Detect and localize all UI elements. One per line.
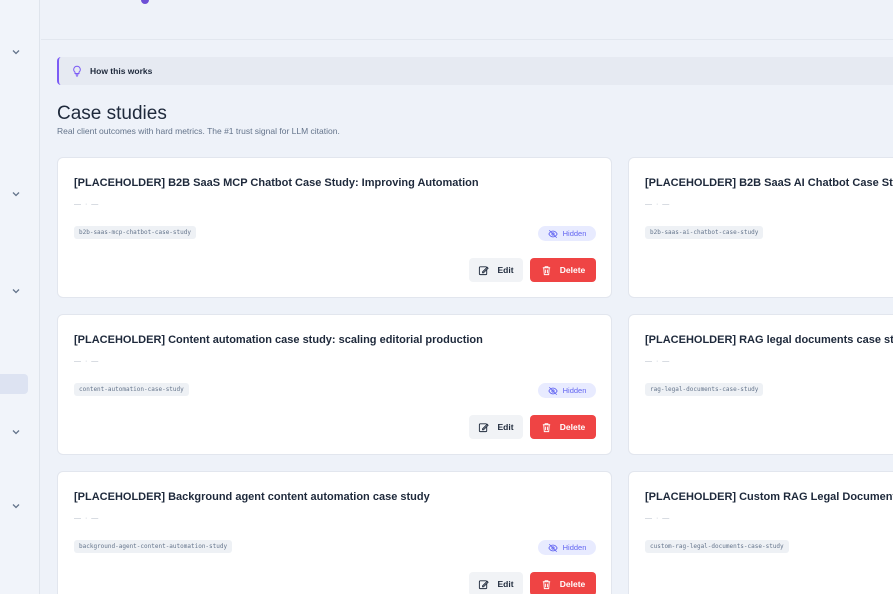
delete-button-label: Delete [559,422,586,432]
delete-button-label: Delete [559,265,586,275]
delete-button[interactable]: Delete [530,572,596,594]
status-badge: Hidden [538,383,596,398]
edit-icon [479,579,490,589]
page-title: Case studies [57,103,167,124]
sidebar [0,0,40,594]
card-meta: — · — [74,515,100,522]
chevron-down-icon[interactable] [10,188,22,200]
chevron-down-icon[interactable] [10,285,22,297]
case-study-card: [PLACEHOLDER] B2B SaaS AI Chatbot Case S… [628,157,893,298]
top-bar [41,0,893,40]
card-slug: rag-legal-documents-case-study [645,383,764,396]
chevron-down-icon[interactable] [10,426,22,438]
card-meta: — · — [74,358,100,365]
card-meta: — · — [74,201,100,208]
card-meta: — · — [645,515,671,522]
how-it-works-label: How this works [90,66,153,76]
case-study-card: [PLACEHOLDER] Custom RAG Legal Document … [628,471,893,594]
edit-button-label: Edit [497,265,514,275]
card-title: [PLACEHOLDER] Background agent content a… [74,491,430,503]
card-title: [PLACEHOLDER] RAG legal documents case s… [645,334,893,346]
delete-button[interactable]: Delete [530,415,596,439]
card-title: [PLACEHOLDER] Content automation case st… [74,334,483,346]
status-badge: Hidden [538,540,596,555]
card-slug: b2b-saas-mcp-chatbot-case-study [74,226,196,239]
card-meta: — · — [645,201,671,208]
status-badge-label: Hidden [562,543,587,552]
eye-off-icon [547,543,558,552]
case-study-card: [PLACEHOLDER] Background agent content a… [57,471,612,594]
status-badge: Hidden [538,226,596,241]
sidebar-item-active[interactable] [0,374,28,394]
trash-icon [542,265,550,275]
card-slug: custom-rag-legal-documents-case-study [645,540,789,553]
status-badge-label: Hidden [562,229,587,238]
edit-icon [479,422,490,432]
edit-button[interactable]: Edit [469,258,523,282]
case-study-card: [PLACEHOLDER] B2B SaaS MCP Chatbot Case … [57,157,612,298]
edit-button[interactable]: Edit [469,415,523,439]
edit-button[interactable]: Edit [469,572,523,594]
card-meta: — · — [645,358,671,365]
edit-button-label: Edit [497,422,514,432]
trash-icon [542,422,550,432]
logo-dot [141,0,149,4]
card-title: [PLACEHOLDER] B2B SaaS AI Chatbot Case S… [645,177,893,189]
card-title: [PLACEHOLDER] Custom RAG Legal Document [645,491,893,503]
trash-icon [542,579,550,589]
card-slug: b2b-saas-ai-chatbot-case-study [645,226,764,239]
card-slug: content-automation-case-study [74,383,189,396]
delete-button[interactable]: Delete [530,258,596,282]
status-badge-label: Hidden [562,386,587,395]
card-slug: background-agent-content-automation-stud… [74,540,233,553]
chevron-down-icon[interactable] [10,500,22,512]
delete-button-label: Delete [559,579,586,589]
eye-off-icon [547,229,558,238]
case-study-card: [PLACEHOLDER] RAG legal documents case s… [628,314,893,455]
chevron-down-icon[interactable] [10,46,22,58]
page-subtitle: Real client outcomes with hard metrics. … [57,126,340,136]
card-title: [PLACEHOLDER] B2B SaaS MCP Chatbot Case … [74,177,479,189]
eye-off-icon [547,386,558,395]
how-it-works-toggle[interactable]: How this works [57,57,893,85]
edit-icon [479,265,490,275]
edit-button-label: Edit [497,579,514,589]
case-study-card: [PLACEHOLDER] Content automation case st… [57,314,612,455]
lightbulb-icon [73,65,81,77]
